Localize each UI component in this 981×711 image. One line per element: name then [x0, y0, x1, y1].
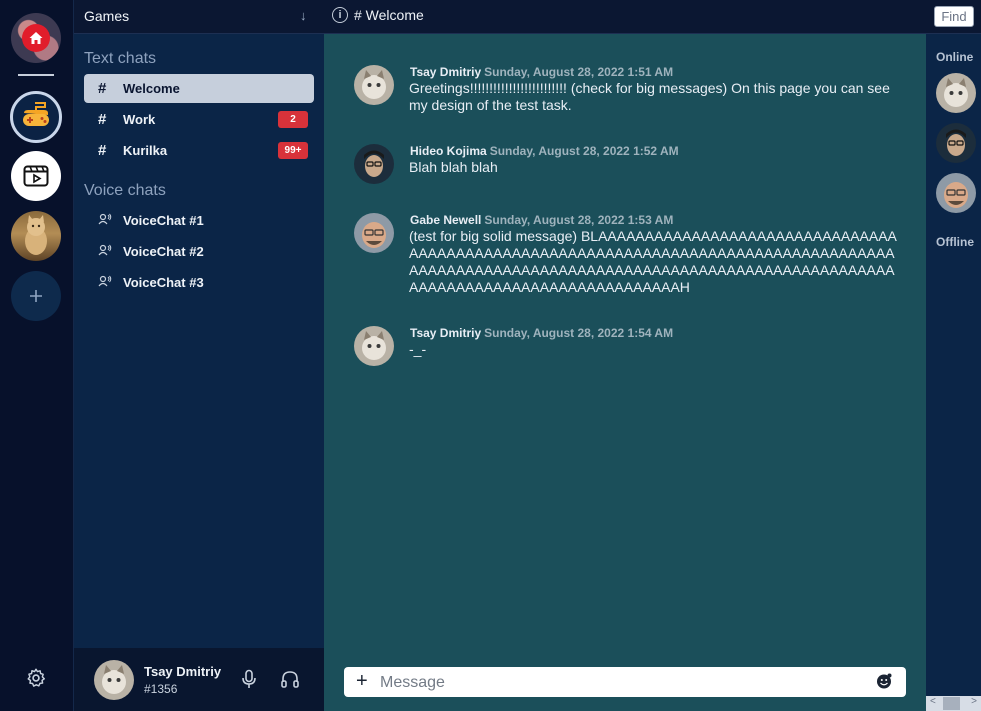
- message-time: Sunday, August 28, 2022 1:54 AM: [484, 326, 674, 340]
- channel-label: Kurilka: [123, 143, 168, 158]
- text-chats-title: Text chats: [84, 50, 157, 67]
- settings-button[interactable]: [24, 666, 48, 690]
- online-title: Online: [936, 50, 974, 64]
- message-input[interactable]: [380, 673, 860, 693]
- hash-icon: #: [98, 80, 107, 97]
- channel-item-work[interactable]: # Work 2: [84, 105, 314, 134]
- voice-label: VoiceChat #2: [123, 244, 204, 259]
- user-panel: Tsay Dmitriy #1356: [74, 648, 324, 711]
- channel-title: # Welcome: [354, 7, 424, 23]
- username: Tsay Dmitriy: [144, 664, 222, 679]
- message-author[interactable]: Hideo Kojima: [410, 144, 487, 158]
- video-icon: [23, 165, 49, 187]
- server-video[interactable]: [11, 151, 61, 201]
- avatar[interactable]: [354, 65, 394, 105]
- member-avatar[interactable]: [936, 73, 976, 113]
- find-button[interactable]: Find: [934, 6, 974, 27]
- unread-badge: 99+: [278, 142, 308, 159]
- message-meta: Tsay Dmitriy Sunday, August 28, 2022 1:51…: [410, 65, 673, 79]
- rail-divider: [18, 74, 54, 76]
- channel-header: i # Welcome: [332, 7, 424, 23]
- avatar[interactable]: [354, 144, 394, 184]
- message-time: Sunday, August 28, 2022 1:52 AM: [489, 144, 679, 158]
- message-time: Sunday, August 28, 2022 1:51 AM: [484, 65, 674, 79]
- server-home[interactable]: [11, 13, 61, 63]
- plus-icon: [30, 290, 42, 302]
- voice-item-2[interactable]: VoiceChat #2: [84, 237, 314, 266]
- member-avatar[interactable]: [936, 123, 976, 163]
- scroll-thumb[interactable]: [943, 697, 960, 710]
- top-bar: Games ↓ i # Welcome Find: [74, 0, 981, 34]
- emoji-icon[interactable]: [876, 673, 892, 689]
- channel-sidebar: Text chats # Welcome # Work 2 # Kurilka …: [74, 34, 324, 648]
- gear-icon: [27, 668, 45, 687]
- app-window: Games ↓ i # Welcome Find Text chats # We…: [0, 0, 981, 711]
- offline-title: Offline: [936, 235, 974, 249]
- hash-icon: #: [98, 142, 107, 159]
- message-time: Sunday, August 28, 2022 1:53 AM: [484, 213, 674, 227]
- message-text: (test for big solid message) BLAAAAAAAAA…: [409, 228, 897, 295]
- info-icon[interactable]: i: [332, 7, 348, 23]
- channel-label: Work: [123, 112, 156, 127]
- server-cat[interactable]: [11, 211, 61, 261]
- server-name[interactable]: Games: [84, 8, 129, 24]
- message-meta: Gabe Newell Sunday, August 28, 2022 1:53 …: [410, 213, 673, 227]
- voice-user-icon: [98, 213, 123, 228]
- voice-label: VoiceChat #1: [123, 213, 204, 228]
- user-tag: #1356: [144, 682, 178, 696]
- home-icon: [22, 24, 50, 52]
- microphone-icon[interactable]: [240, 669, 258, 694]
- scroll-left-icon[interactable]: <: [930, 696, 936, 707]
- message-meta: Hideo Kojima Sunday, August 28, 2022 1:52…: [410, 144, 679, 158]
- headphones-icon[interactable]: [280, 669, 300, 694]
- server-games[interactable]: [10, 91, 62, 143]
- message-author[interactable]: Tsay Dmitriy: [410, 65, 481, 79]
- message-composer: +: [344, 667, 906, 697]
- channel-item-kurilka[interactable]: # Kurilka 99+: [84, 136, 314, 165]
- voice-item-1[interactable]: VoiceChat #1: [84, 206, 314, 235]
- scroll-right-icon[interactable]: >: [971, 696, 977, 707]
- message-meta: Tsay Dmitriy Sunday, August 28, 2022 1:54…: [410, 326, 673, 340]
- cat-server-image: [25, 215, 47, 255]
- chat-area: Tsay Dmitriy Sunday, August 28, 2022 1:51…: [324, 34, 926, 711]
- voice-chats-title: Voice chats: [84, 182, 166, 199]
- hash-icon: #: [98, 111, 107, 128]
- avatar[interactable]: [354, 326, 394, 366]
- message-author[interactable]: Gabe Newell: [410, 213, 481, 227]
- member-list: Online Offline < >: [926, 34, 981, 711]
- message-text: -_-: [409, 341, 427, 357]
- horizontal-scrollbar[interactable]: < >: [926, 696, 981, 711]
- message-text: Blah blah blah: [409, 159, 498, 175]
- voice-label: VoiceChat #3: [123, 275, 204, 290]
- avatar[interactable]: [354, 213, 394, 253]
- arrow-down-icon[interactable]: ↓: [300, 8, 307, 23]
- channel-label: Welcome: [123, 81, 180, 96]
- member-avatar[interactable]: [936, 173, 976, 213]
- attach-plus-icon[interactable]: +: [356, 671, 368, 691]
- server-rail: [0, 0, 74, 711]
- unread-badge: 2: [278, 111, 308, 128]
- gamepad-icon: [23, 102, 49, 126]
- channel-item-welcome[interactable]: # Welcome: [84, 74, 314, 103]
- avatar[interactable]: [94, 660, 134, 700]
- voice-user-icon: [98, 244, 123, 259]
- message-text: Greetings!!!!!!!!!!!!!!!!!!!!!!!!! (chec…: [409, 80, 890, 113]
- message-author[interactable]: Tsay Dmitriy: [410, 326, 481, 340]
- add-server-button[interactable]: [11, 271, 61, 321]
- voice-item-3[interactable]: VoiceChat #3: [84, 268, 314, 297]
- voice-user-icon: [98, 275, 123, 290]
